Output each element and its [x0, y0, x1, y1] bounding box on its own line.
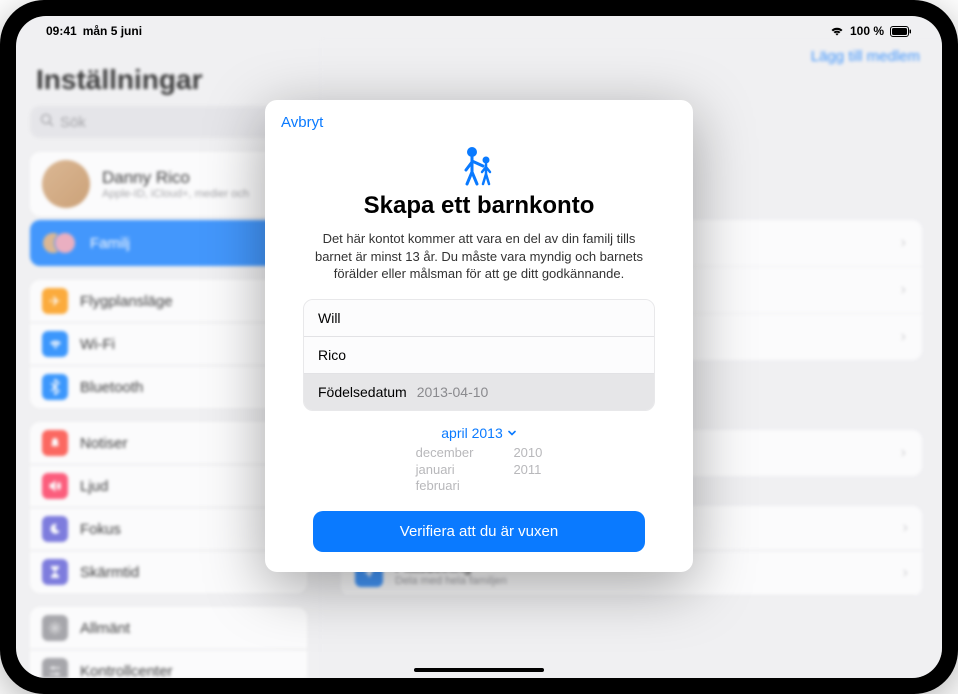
date-wheel[interactable]: december januari februari 2010 2011 [283, 445, 675, 506]
wheel-year: 2010 [513, 445, 542, 462]
last-name-value: Rico [318, 347, 346, 363]
family-icon [283, 142, 675, 186]
birthdate-field[interactable]: Födelsedatum 2013-04-10 [304, 374, 654, 410]
birthdate-value: 2013-04-10 [417, 384, 489, 400]
wheel-month: februari [416, 478, 474, 495]
month-year-picker[interactable]: april 2013 [283, 411, 675, 445]
modal-description: Det här kontot kommer att vara en del av… [283, 230, 675, 283]
wheel-month: januari [416, 462, 474, 479]
modal-title: Skapa ett barnkonto [283, 192, 675, 220]
cancel-button[interactable]: Avbryt [281, 114, 323, 131]
month-year-label: april 2013 [441, 425, 503, 441]
home-indicator[interactable] [414, 668, 544, 672]
verify-adult-button[interactable]: Verifiera att du är vuxen [313, 511, 645, 552]
wheel-year: 2011 [513, 462, 542, 479]
chevron-down-icon [507, 425, 517, 441]
modal-overlay: Avbryt Skapa ett barnkonto Det här konto… [16, 16, 942, 678]
create-child-account-modal: Avbryt Skapa ett barnkonto Det här konto… [265, 100, 693, 572]
first-name-field[interactable]: Will [304, 300, 654, 337]
child-form: Will Rico Födelsedatum 2013-04-10 [303, 299, 655, 411]
birthdate-label: Födelsedatum [318, 384, 407, 400]
last-name-field[interactable]: Rico [304, 337, 654, 374]
first-name-value: Will [318, 310, 341, 326]
wheel-month: december [416, 445, 474, 462]
